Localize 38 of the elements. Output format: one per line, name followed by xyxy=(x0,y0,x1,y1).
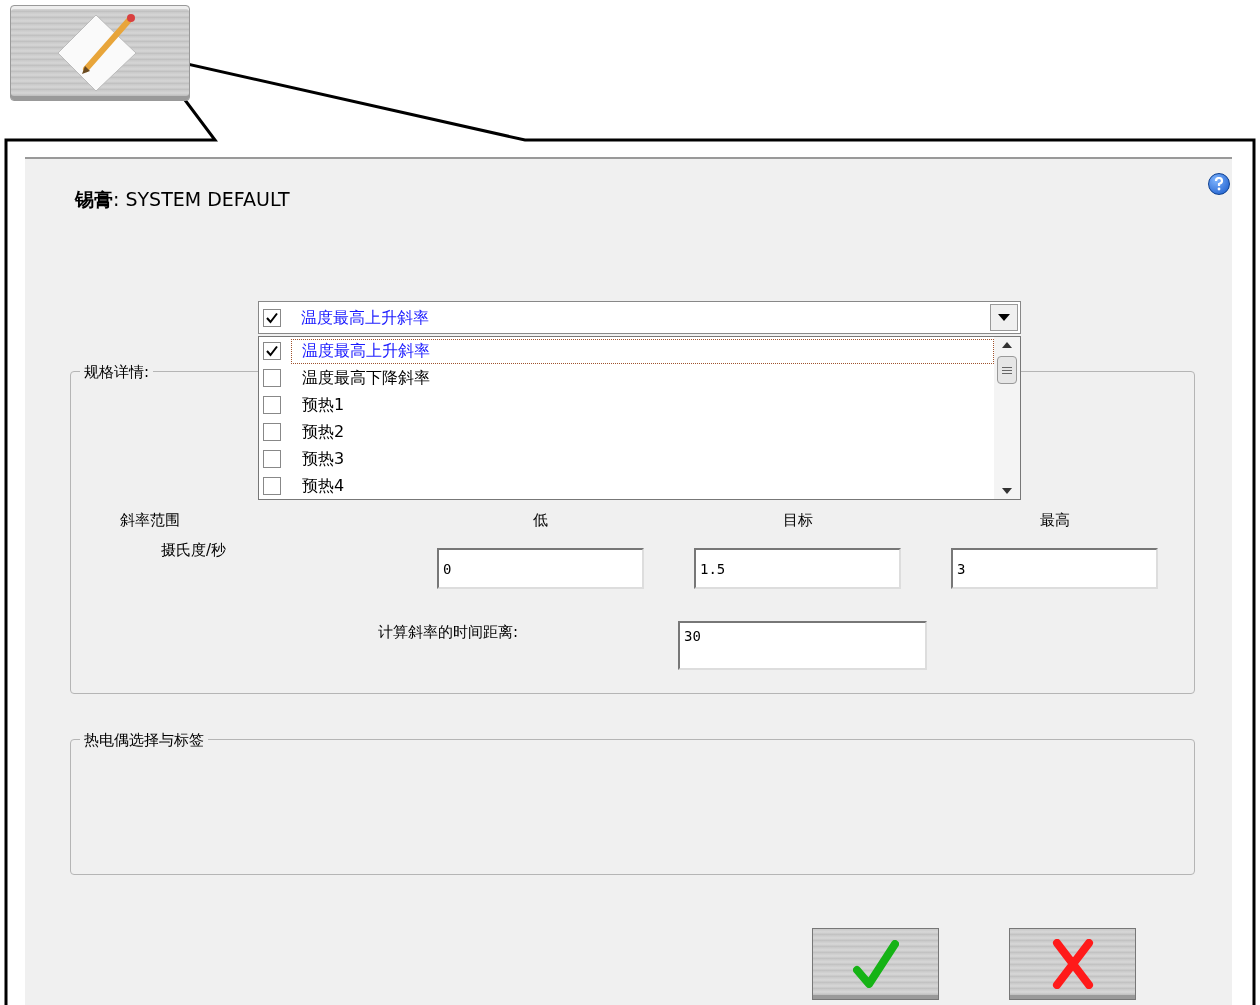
dropdown-item[interactable]: 预热2 xyxy=(291,419,994,445)
checkbox[interactable] xyxy=(263,476,281,495)
checkbox[interactable] xyxy=(263,342,281,361)
dropdown-item[interactable]: 预热3 xyxy=(291,446,994,472)
checkbox[interactable] xyxy=(263,308,281,327)
column-header: 最高 xyxy=(1038,510,1071,531)
checkbox[interactable] xyxy=(263,449,281,468)
cancel-button[interactable] xyxy=(1009,928,1136,1000)
help-icon[interactable] xyxy=(1208,173,1230,195)
caret-icon xyxy=(998,314,1010,321)
close-icon xyxy=(1050,939,1095,989)
dropdown-item[interactable]: 温度最高下降斜率 xyxy=(291,365,994,391)
range-label: 斜率范围 xyxy=(120,510,180,531)
edit-button[interactable] xyxy=(10,5,190,101)
column-header: 目标 xyxy=(781,510,814,531)
dropdown-value: 温度最高上升斜率 xyxy=(301,306,430,329)
scroll-up-icon[interactable] xyxy=(1001,341,1013,349)
scrollbar[interactable] xyxy=(994,337,1020,499)
rate-input[interactable]: 3 xyxy=(951,548,1158,589)
checkbox[interactable] xyxy=(263,422,281,441)
dropdown-item[interactable]: 预热1 xyxy=(291,392,994,418)
dropdown-arrow-button[interactable] xyxy=(990,304,1018,331)
confirm-button[interactable] xyxy=(812,928,939,1000)
dropdown-item[interactable]: 预热4 xyxy=(291,473,994,499)
rate-input[interactable]: 0 xyxy=(437,548,644,589)
scroll-down-icon[interactable] xyxy=(1001,487,1013,495)
interval-input[interactable]: 30 xyxy=(678,621,927,670)
checkmark-icon xyxy=(852,940,899,988)
profile-title: 锡膏: SYSTEM DEFAULT xyxy=(75,187,290,212)
scroll-thumb[interactable] xyxy=(997,356,1017,384)
interval-label: 计算斜率的时间距离: xyxy=(378,622,519,643)
checkbox[interactable] xyxy=(263,369,281,388)
item-dropdown[interactable]: 温度最高上升斜率 xyxy=(258,301,1021,334)
dropdown-item[interactable]: 温度最高上升斜率 xyxy=(291,338,994,364)
unit-label: 摄氏度/秒 xyxy=(161,540,227,561)
checkbox[interactable] xyxy=(263,396,281,415)
column-header: 低 xyxy=(532,510,549,531)
rate-input[interactable]: 1.5 xyxy=(694,548,901,589)
